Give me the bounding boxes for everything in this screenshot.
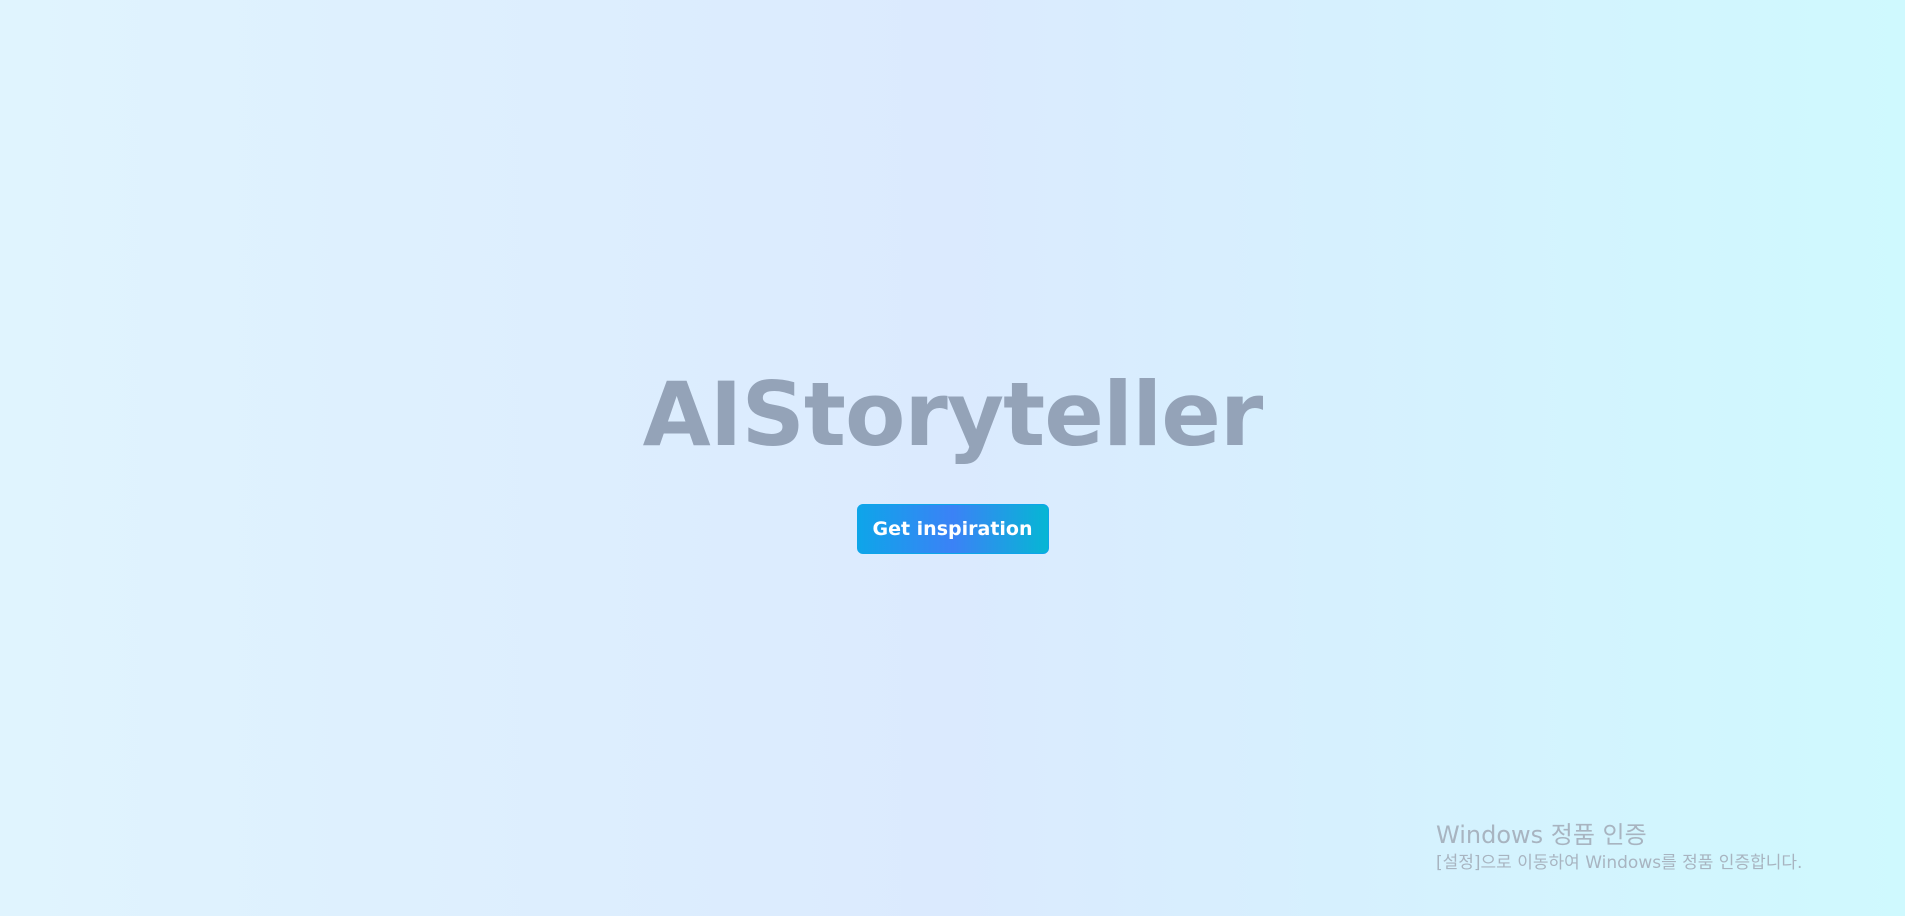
app-title: AIStoryteller: [642, 363, 1264, 466]
windows-activation-watermark: Windows 정품 인증 [설정]으로 이동하여 Windows를 정품 인증…: [1436, 820, 1802, 874]
activation-subtitle: [설정]으로 이동하여 Windows를 정품 인증합니다.: [1436, 853, 1803, 873]
get-inspiration-button[interactable]: Get inspiration: [856, 504, 1049, 554]
hero-section: AIStoryteller Get inspiration: [0, 360, 1905, 554]
activation-title: Windows 정품 인증: [1436, 821, 1647, 849]
